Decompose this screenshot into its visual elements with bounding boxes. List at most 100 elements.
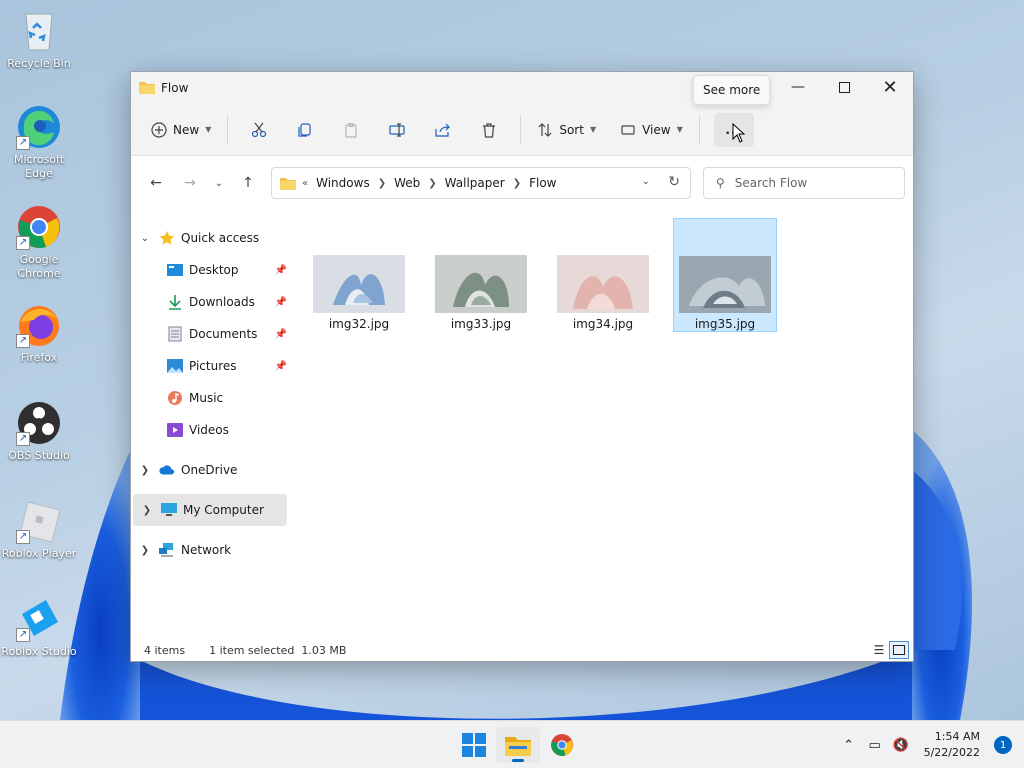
sort-icon	[538, 122, 552, 137]
chevron-up-icon[interactable]: ⌃	[836, 738, 862, 753]
picture-icon	[167, 358, 183, 374]
cloud-icon	[159, 462, 175, 478]
view-button[interactable]: View ▼	[612, 113, 691, 147]
desktop-icon-roblox-player[interactable]: ↗ Roblox Player	[0, 498, 78, 561]
nav-network[interactable]: ❯ Network	[131, 534, 291, 566]
chevron-right-icon[interactable]: ❯	[133, 505, 161, 516]
taskbar: ⌃ ▭ 🔇 1:54 AM 5/22/2022 1	[0, 720, 1024, 768]
clock[interactable]: 1:54 AM 5/22/2022	[924, 729, 980, 761]
details-view-button[interactable]: ☰	[869, 641, 889, 659]
thumbnail-view-button[interactable]	[889, 641, 909, 659]
taskbar-chrome[interactable]	[540, 727, 584, 763]
toolbar-divider	[698, 115, 700, 144]
close-button[interactable]: ✕	[867, 72, 913, 102]
desktop-icon-chrome[interactable]: ↗ Google Chrome	[0, 204, 78, 281]
up-button[interactable]: ↑	[231, 168, 265, 198]
delete-button[interactable]	[466, 113, 512, 147]
refresh-icon[interactable]: ↻	[668, 174, 680, 190]
nav-onedrive[interactable]: ❯ OneDrive	[131, 454, 291, 486]
address-dropdown-icon[interactable]: ⌄	[642, 176, 650, 187]
nav-documents[interactable]: Documents 📌	[131, 318, 291, 350]
breadcrumb-windows[interactable]: Windows	[316, 176, 370, 190]
breadcrumb-wallpaper[interactable]: Wallpaper	[445, 176, 505, 190]
image-thumbnail	[313, 255, 405, 313]
overflow-chevron[interactable]: «	[302, 178, 308, 189]
file-list[interactable]: img32.jpg img33.jpg img34.jpg img35.jpg	[291, 210, 913, 640]
see-more-button[interactable]: ...	[713, 112, 754, 147]
desktop-icon-edge[interactable]: ↗ Microsoft Edge	[0, 104, 78, 181]
start-button[interactable]	[452, 727, 496, 763]
nav-my-computer[interactable]: ❯ My Computer	[133, 494, 287, 526]
notification-badge[interactable]: 1	[994, 736, 1012, 754]
desktop-icon-recycle-bin[interactable]: Recycle Bin	[0, 8, 78, 71]
copy-button[interactable]	[282, 113, 328, 147]
paste-button[interactable]	[328, 113, 374, 147]
chevron-down-icon[interactable]: ⌄	[131, 233, 159, 244]
explorer-body: ⌄ Quick access Desktop 📌 Downloads 📌 Doc…	[131, 210, 913, 640]
image-thumbnail	[435, 255, 527, 313]
forward-button[interactable]: →	[173, 168, 207, 198]
toolbar-divider	[227, 115, 229, 144]
minimize-button[interactable]: —	[775, 72, 821, 102]
file-item[interactable]: img33.jpg	[429, 218, 533, 332]
nav-pictures[interactable]: Pictures 📌	[131, 350, 291, 382]
chevron-down-icon: ▼	[589, 125, 597, 134]
chevron-right-icon[interactable]: ❯	[131, 545, 159, 556]
sort-button[interactable]: Sort ▼	[529, 113, 604, 147]
pin-icon: 📌	[274, 264, 287, 276]
breadcrumb-web[interactable]: Web	[394, 176, 420, 190]
recent-locations-button[interactable]: ⌄	[207, 168, 231, 198]
nav-quick-access[interactable]: ⌄ Quick access	[131, 222, 291, 254]
file-item[interactable]: img32.jpg	[307, 218, 411, 332]
file-item[interactable]: img34.jpg	[551, 218, 655, 332]
share-button[interactable]	[420, 113, 466, 147]
plus-circle-icon	[151, 121, 167, 138]
chevron-down-icon: ▼	[676, 125, 683, 134]
music-icon	[167, 390, 183, 406]
taskbar-file-explorer[interactable]	[496, 727, 540, 763]
shortcut-arrow-icon: ↗	[16, 628, 30, 642]
cut-button[interactable]	[236, 113, 282, 147]
chevron-right-icon[interactable]: ❯	[131, 465, 159, 476]
nav-videos[interactable]: Videos	[131, 414, 291, 446]
address-row: ← → ⌄ ↑ « Windows ❯ Web ❯ Wallpaper ❯ Fl…	[131, 156, 913, 210]
speaker-muted-icon[interactable]: 🔇	[888, 738, 914, 753]
desktop-icon-firefox[interactable]: ↗ Firefox	[0, 302, 78, 365]
rename-button[interactable]	[374, 113, 420, 147]
nav-downloads[interactable]: Downloads 📌	[131, 286, 291, 318]
title-bar[interactable]: Flow — ✕	[131, 72, 913, 104]
file-explorer-icon	[505, 737, 531, 756]
file-explorer-window[interactable]: Flow — ✕ See more New ▼ Sort ▼ View ▼ ← …	[130, 71, 914, 662]
computer-icon	[161, 502, 177, 518]
nav-desktop[interactable]: Desktop 📌	[131, 254, 291, 286]
image-thumbnail	[557, 255, 649, 313]
chevron-right-icon: ❯	[428, 177, 437, 189]
windows-logo-icon	[462, 733, 486, 757]
network-status-icon[interactable]: ▭	[862, 738, 888, 753]
trash-icon	[483, 122, 496, 138]
file-item[interactable]: img35.jpg	[673, 218, 777, 332]
download-icon	[167, 294, 183, 310]
roblox-player-icon: ↗	[16, 498, 62, 544]
maximize-button[interactable]	[821, 72, 867, 102]
scissors-icon	[252, 122, 267, 137]
copy-icon	[298, 122, 311, 137]
back-button[interactable]: ←	[139, 168, 173, 198]
desktop-icon-obs[interactable]: ↗ OBS Studio	[0, 400, 78, 463]
breadcrumb-flow[interactable]: Flow	[529, 176, 556, 190]
clock-date: 5/22/2022	[923, 746, 980, 759]
maximize-icon	[838, 81, 850, 93]
navigation-pane: ⌄ Quick access Desktop 📌 Downloads 📌 Doc…	[131, 210, 291, 640]
search-input[interactable]	[734, 176, 885, 190]
search-box[interactable]: ⚲	[703, 167, 905, 199]
nav-music[interactable]: Music	[131, 382, 291, 414]
arrow-up-icon: ↑	[242, 175, 254, 191]
desktop-icon-roblox-studio[interactable]: ↗ Roblox Studio	[0, 596, 78, 659]
firefox-icon: ↗	[16, 302, 62, 348]
new-button[interactable]: New ▼	[143, 113, 219, 147]
desktop-icon	[167, 262, 183, 278]
thumbnail-icon	[893, 645, 905, 655]
search-icon: ⚲	[716, 176, 725, 190]
address-bar[interactable]: « Windows ❯ Web ❯ Wallpaper ❯ Flow ⌄ ↻	[271, 167, 691, 199]
minimize-icon: —	[791, 79, 805, 95]
